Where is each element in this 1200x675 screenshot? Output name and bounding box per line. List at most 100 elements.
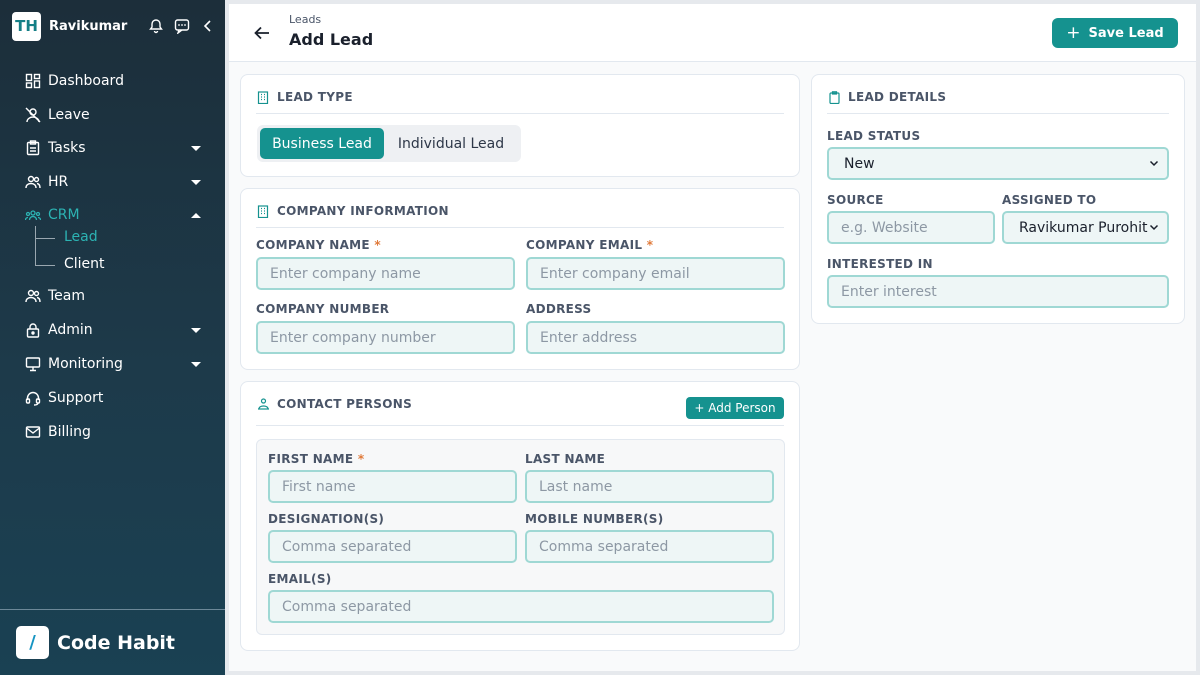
emails-input[interactable] [268, 590, 774, 623]
brand-logo: / [16, 626, 49, 659]
interested-in-input[interactable] [827, 275, 1169, 308]
required-mark: * [357, 452, 365, 466]
emails-label: EMAIL(S) [268, 572, 332, 586]
label-text: FIRST NAME [268, 452, 354, 466]
company-name-input[interactable] [256, 257, 515, 290]
assigned-to-label: ASSIGNED TO [1002, 193, 1097, 207]
company-email-input[interactable] [526, 257, 785, 290]
individual-lead-option[interactable]: Individual Lead [384, 128, 518, 159]
sidebar-item-monitoring[interactable]: Monitoring [24, 351, 201, 377]
divider [827, 113, 1169, 114]
designation-label: DESIGNATION(S) [268, 512, 385, 526]
sidebar-item-leave[interactable]: Leave [24, 102, 201, 128]
main-content: Leads Add Lead + Save Lead LEAD TYPE Bus… [229, 4, 1196, 671]
address-label: ADDRESS [526, 302, 592, 316]
chevron-up-icon [191, 212, 201, 218]
label-text: COMPANY EMAIL [526, 238, 643, 252]
plus-icon: + [1066, 23, 1081, 43]
building-icon [256, 204, 270, 218]
source-input[interactable] [827, 211, 995, 244]
clipboard-icon [827, 90, 841, 104]
business-lead-option[interactable]: Business Lead [260, 128, 384, 159]
sidebar-item-tasks[interactable]: Tasks [24, 135, 201, 161]
headset-icon [24, 389, 42, 407]
company-info-card: COMPANY INFORMATION COMPANY NAME * COMPA… [240, 188, 800, 370]
last-name-input[interactable] [525, 470, 774, 503]
lead-type-card: LEAD TYPE Business Lead Individual Lead [240, 74, 800, 177]
sidebar-subitem-client[interactable]: Client [64, 256, 105, 272]
sidebar-item-label: Tasks [48, 140, 86, 156]
chevron-down-icon [1149, 160, 1159, 167]
sidebar-item-label: Monitoring [48, 356, 123, 372]
team-icon [24, 287, 42, 305]
mobile-label: MOBILE NUMBER(S) [525, 512, 664, 526]
source-label: SOURCE [827, 193, 884, 207]
chat-icon[interactable] [173, 17, 191, 35]
lead-status-label: LEAD STATUS [827, 129, 921, 143]
sidebar-item-label: Support [48, 390, 104, 406]
address-input[interactable] [526, 321, 785, 354]
lead-type-title: LEAD TYPE [277, 90, 353, 104]
sidebar-header: TH Ravikumar [12, 11, 217, 41]
breadcrumb[interactable]: Leads [289, 13, 321, 26]
monitor-icon [24, 355, 42, 373]
lead-status-value: New [844, 155, 875, 172]
page-title: Add Lead [289, 30, 374, 49]
divider [256, 113, 784, 114]
sidebar-subitem-lead[interactable]: Lead [64, 229, 98, 245]
save-lead-label: Save Lead [1088, 25, 1164, 41]
sidebar-item-team[interactable]: Team [24, 283, 201, 309]
lead-type-toggle: Business Lead Individual Lead [257, 125, 521, 162]
company-email-label: COMPANY EMAIL * [526, 238, 653, 252]
lead-details-card: LEAD DETAILS LEAD STATUS New SOURCE ASSI… [811, 74, 1185, 324]
page-header: Leads Add Lead + Save Lead [229, 4, 1196, 62]
add-person-button[interactable]: + Add Person [686, 397, 784, 419]
lead-status-select[interactable]: New [827, 147, 1169, 180]
first-name-input[interactable] [268, 470, 517, 503]
chevron-down-icon [191, 145, 201, 151]
company-number-label: COMPANY NUMBER [256, 302, 390, 316]
chevron-down-icon [191, 361, 201, 367]
divider [256, 425, 784, 426]
interested-in-label: INTERESTED IN [827, 257, 933, 271]
sub-nav-branch [35, 265, 55, 266]
assigned-to-select[interactable]: Ravikumar Purohit [1002, 211, 1169, 244]
required-mark: * [646, 238, 654, 252]
sidebar-item-crm[interactable]: CRM [24, 202, 201, 228]
sidebar-item-label: Admin [48, 322, 93, 338]
brand-name: Code Habit [57, 631, 176, 654]
chevron-down-icon [1149, 224, 1159, 231]
assigned-to-value: Ravikumar Purohit [1019, 219, 1148, 236]
required-mark: * [374, 238, 381, 252]
card-title: LEAD DETAILS [827, 90, 946, 104]
sub-nav-branch [35, 238, 55, 239]
sidebar-item-billing[interactable]: Billing [24, 419, 201, 445]
sidebar-item-admin[interactable]: Admin [24, 317, 201, 343]
people-icon [24, 173, 42, 191]
sidebar-item-hr[interactable]: HR [24, 169, 201, 195]
mobile-input[interactable] [525, 530, 774, 563]
card-title: CONTACT PERSONS [256, 397, 412, 411]
brand-footer: / Code Habit [0, 609, 225, 675]
sidebar-item-label: HR [48, 174, 69, 190]
mail-icon [24, 423, 42, 441]
save-lead-button[interactable]: + Save Lead [1052, 18, 1178, 48]
sidebar-item-support[interactable]: Support [24, 385, 201, 411]
app-logo: TH [12, 11, 41, 41]
sidebar-item-label: Dashboard [48, 73, 124, 89]
sidebar-item-label: CRM [48, 207, 80, 223]
sub-nav-tree-line [35, 226, 36, 266]
sidebar-item-dashboard[interactable]: Dashboard [24, 68, 201, 94]
sidebar-item-label: Leave [48, 107, 90, 123]
collapse-sidebar-icon[interactable] [199, 17, 217, 35]
first-name-label: FIRST NAME * [268, 452, 364, 466]
designation-input[interactable] [268, 530, 517, 563]
bell-icon[interactable] [147, 17, 165, 35]
clipboard-icon [24, 139, 42, 157]
leave-icon [24, 106, 42, 124]
contact-person-entry: FIRST NAME * LAST NAME DESIGNATION(S) MO… [256, 439, 785, 635]
user-name: Ravikumar [49, 18, 128, 34]
back-arrow-icon[interactable] [253, 24, 273, 42]
company-number-input[interactable] [256, 321, 515, 354]
label-text: COMPANY NAME [256, 238, 370, 252]
